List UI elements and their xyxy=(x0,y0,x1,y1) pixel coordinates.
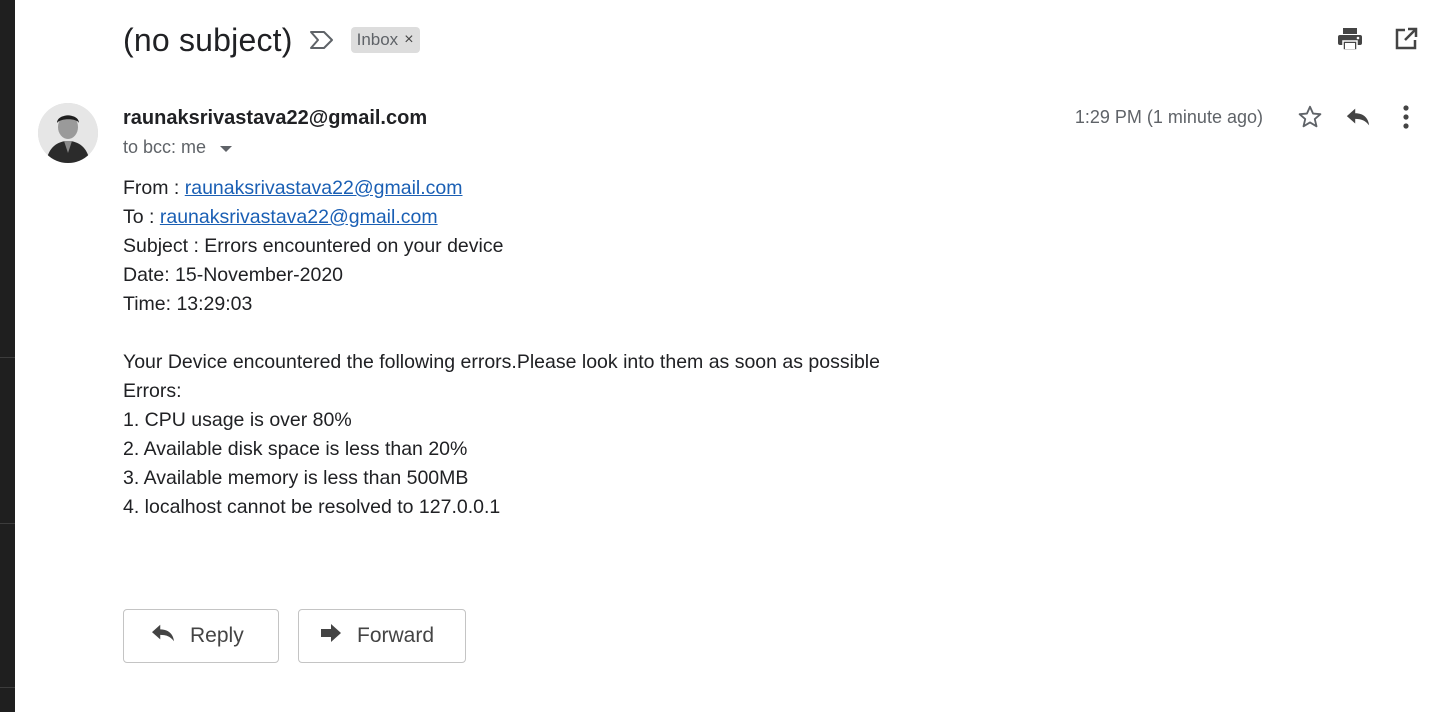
importance-marker-icon[interactable] xyxy=(309,29,337,51)
message-meta: 1:29 PM (1 minute ago) xyxy=(1075,104,1419,130)
from-line: From : raunaksrivastava22@gmail.com xyxy=(123,174,880,203)
inbox-label-chip: Inbox × xyxy=(350,27,420,53)
strip-divider xyxy=(0,687,15,688)
list-item: 4. localhost cannot be resolved to 127.0… xyxy=(123,496,501,518)
show-details-chevron-down-icon[interactable] xyxy=(220,145,233,152)
message-actions: Reply Forward xyxy=(123,609,466,663)
from-email-link[interactable]: raunaksrivastava22@gmail.com xyxy=(185,177,463,199)
forward-button[interactable]: Forward xyxy=(298,609,466,663)
list-item: 3. Available memory is less than 500MB xyxy=(123,467,469,489)
list-item: 1. CPU usage is over 80% xyxy=(123,409,352,431)
reply-label: Reply xyxy=(190,624,244,647)
remove-label-icon[interactable]: × xyxy=(404,31,413,49)
date-line: Date: 15-November-2020 xyxy=(123,264,344,286)
forward-label: Forward xyxy=(357,624,435,647)
time-line: Time: 13:29:03 xyxy=(123,293,253,315)
strip-divider xyxy=(0,357,15,358)
strip-divider xyxy=(0,523,15,524)
recipients-summary: to bcc: me xyxy=(123,137,233,158)
errors-heading: Errors: xyxy=(123,380,182,402)
left-edge-strip xyxy=(0,0,15,712)
more-vert-icon[interactable] xyxy=(1393,104,1419,130)
recipients-text: to bcc: me xyxy=(123,137,207,157)
from-label: From : xyxy=(123,177,185,199)
email-subject: (no subject) xyxy=(123,21,293,58)
label-text: Inbox xyxy=(356,30,399,49)
reply-icon xyxy=(150,622,176,650)
forward-icon xyxy=(319,622,343,650)
subject-row: (no subject) Inbox × xyxy=(123,18,420,62)
avatar[interactable] xyxy=(38,103,98,163)
to-email-link[interactable]: raunaksrivastava22@gmail.com xyxy=(160,206,438,228)
print-icon[interactable] xyxy=(1337,26,1363,52)
email-body: From : raunaksrivastava22@gmail.com To :… xyxy=(123,174,880,522)
to-line: To : raunaksrivastava22@gmail.com xyxy=(123,203,880,232)
thread-toolbar xyxy=(1337,26,1419,52)
star-icon[interactable] xyxy=(1297,104,1323,130)
sender-address: raunaksrivastava22@gmail.com xyxy=(123,107,428,129)
list-item: 2. Available disk space is less than 20% xyxy=(123,438,468,460)
intro-line: Your Device encountered the following er… xyxy=(123,351,880,373)
message-timestamp: 1:29 PM (1 minute ago) xyxy=(1074,106,1263,127)
reply-icon[interactable] xyxy=(1345,104,1371,130)
to-label: To : xyxy=(123,206,160,228)
reply-button[interactable]: Reply xyxy=(123,609,279,663)
subject-line: Subject : Errors encountered on your dev… xyxy=(123,235,504,257)
open-in-new-window-icon[interactable] xyxy=(1393,26,1419,52)
